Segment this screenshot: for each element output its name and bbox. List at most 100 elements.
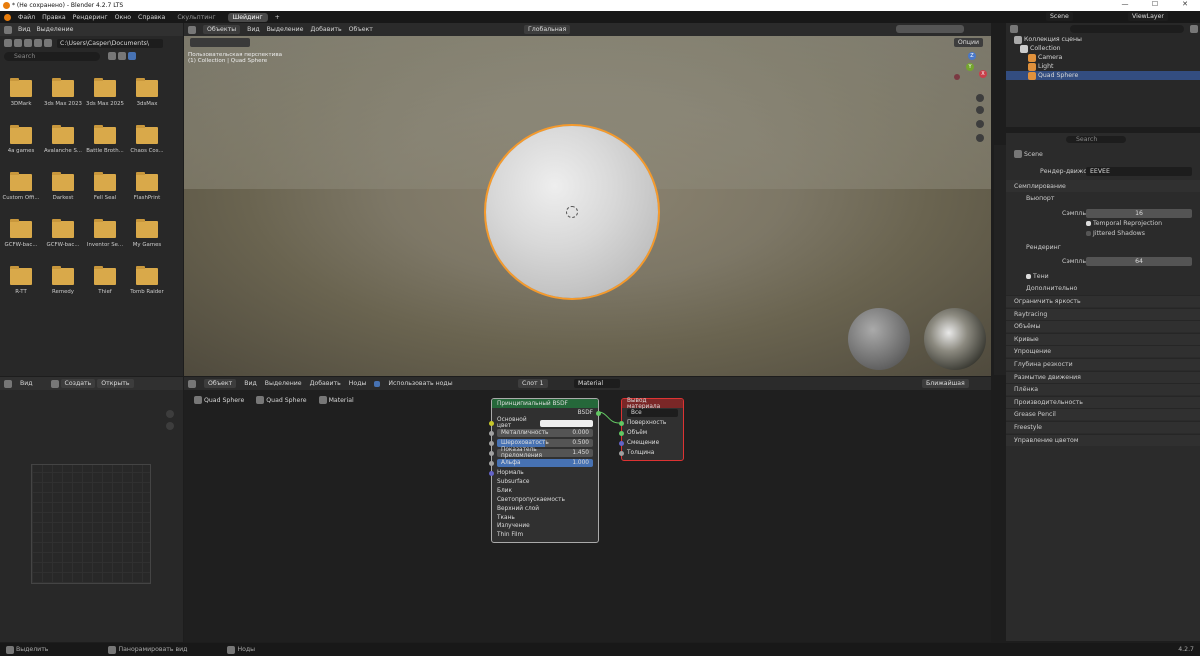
menu-window[interactable]: Окно (115, 14, 131, 21)
target-row[interactable]: Все (622, 408, 683, 418)
folder-item[interactable]: Custom Offi... (0, 172, 42, 201)
outliner-search[interactable] (1070, 25, 1184, 33)
property-panel-header[interactable]: Размытие движения (1006, 370, 1200, 383)
open-image-button[interactable]: Открыть (97, 379, 134, 388)
property-panel-header[interactable]: Raytracing (1006, 307, 1200, 320)
folder-item[interactable]: FlashPrint (126, 172, 168, 201)
filter-icon[interactable] (128, 52, 136, 60)
principled-bsdf-node[interactable]: Принципиальный BSDF BSDF Основной цвет М… (489, 398, 601, 543)
bsdf-section[interactable]: Ткань (492, 513, 598, 522)
refresh-icon[interactable] (34, 39, 42, 47)
bsdf-node-header[interactable]: Принципиальный BSDF (492, 399, 598, 408)
property-panel-header[interactable]: Кривые (1006, 332, 1200, 345)
input-socket[interactable] (489, 441, 494, 446)
filter-icon[interactable] (1190, 25, 1198, 33)
input-socket[interactable] (489, 431, 494, 436)
folder-item[interactable]: 3ds Max 2023 (42, 78, 84, 107)
editor-type-icon[interactable] (188, 25, 196, 34)
outliner-item-camera[interactable]: Camera (1006, 53, 1200, 62)
folder-item[interactable]: Avalanche S... (42, 125, 84, 154)
property-panel-header[interactable]: Управление цветом (1006, 433, 1200, 446)
folder-item[interactable]: R-TT (0, 266, 42, 295)
minimize-button[interactable]: — (1110, 0, 1140, 11)
back-icon[interactable] (4, 39, 12, 47)
3d-cursor-icon[interactable] (566, 206, 578, 218)
camera-view-icon[interactable] (976, 120, 984, 128)
property-panel-header[interactable]: Производительность (1006, 395, 1200, 408)
property-panel-header[interactable]: Grease Pencil (1006, 408, 1200, 421)
interpolation-selector[interactable]: Ближайшая (922, 379, 969, 388)
sampling-panel-header[interactable]: Семплирование (1006, 180, 1200, 192)
vp-object-menu[interactable]: Объект (349, 26, 373, 33)
image-editor-panel[interactable] (0, 390, 183, 642)
folder-item[interactable]: Remedy (42, 266, 84, 295)
input-socket[interactable] (619, 431, 624, 436)
input-socket[interactable] (619, 441, 624, 446)
display-mode-icon[interactable] (108, 52, 116, 60)
viewport-subpanel-header[interactable]: Вьюпорт (1006, 192, 1200, 204)
input-socket[interactable] (489, 451, 494, 456)
gizmo-y[interactable]: Y (966, 63, 974, 71)
folder-item[interactable]: Inventor Se... (84, 219, 126, 248)
input-socket[interactable] (619, 421, 624, 426)
fb-path-field[interactable]: C:\Users\Casper\Documents\ (57, 38, 163, 48)
folder-item[interactable]: Fell Seal (84, 172, 126, 201)
input-socket[interactable] (489, 421, 494, 426)
outliner-item-quad-sphere[interactable]: Quad Sphere (1006, 71, 1200, 80)
render-samples-field[interactable]: 64 (1086, 257, 1192, 266)
scene-selector[interactable]: Scene (1046, 12, 1080, 21)
vp-select-menu[interactable]: Выделение (267, 26, 304, 33)
metallic-row[interactable]: Металличность 0.000 (489, 428, 598, 438)
options-button[interactable]: Опции (953, 38, 983, 47)
input-socket[interactable] (489, 461, 494, 466)
bsdf-section[interactable]: Излучение (492, 522, 598, 531)
bsdf-section[interactable]: Светопропускаемость (492, 496, 598, 505)
menu-render[interactable]: Рендеринг (73, 14, 108, 21)
bsdf-section[interactable]: Блик (492, 487, 598, 496)
extra-row[interactable]: Дополнительно (1006, 282, 1200, 294)
bsdf-section[interactable]: Subsurface (492, 478, 598, 487)
alpha-row[interactable]: Альфа 1.000 (489, 458, 598, 468)
ne-view-menu[interactable]: Вид (244, 380, 257, 387)
mode-selector[interactable]: Объекты (203, 25, 241, 34)
pan-hand-icon[interactable] (166, 422, 174, 430)
editor-type-icon[interactable] (1010, 25, 1018, 33)
folder-item[interactable]: 3ds Max 2025 (84, 78, 126, 107)
shader-type-selector[interactable]: Объект (204, 379, 237, 388)
fb-search-input[interactable]: Search (4, 51, 100, 61)
jittered-shadows-row[interactable]: Jittered Shadows (1006, 227, 1200, 239)
new-image-button[interactable]: Создать (60, 379, 96, 388)
zoom-icon[interactable] (976, 94, 984, 102)
gizmo-x[interactable]: X (979, 70, 987, 78)
folder-item[interactable]: Tomb Raider (126, 266, 168, 295)
fb-select-menu[interactable]: Выделение (37, 26, 74, 33)
output-node-header[interactable]: Вывод материала (622, 398, 683, 410)
render-engine-select[interactable]: EEVEE (1086, 167, 1192, 176)
folder-item[interactable]: 3DMark (0, 78, 42, 107)
property-panel-header[interactable]: Ограничить яркость (1006, 295, 1200, 307)
gizmo-z[interactable]: Z (968, 52, 976, 60)
folder-item[interactable]: 3dsMax (126, 78, 168, 107)
blender-menu-icon[interactable] (4, 13, 11, 21)
ior-row[interactable]: Показатель преломления 1.450 (489, 447, 598, 459)
shadows-row[interactable]: Тени (1006, 270, 1200, 282)
checkbox-checked-icon[interactable] (374, 380, 381, 387)
editor-type-icon[interactable] (4, 25, 12, 34)
viewlayer-selector[interactable]: ViewLayer (1128, 12, 1175, 21)
input-socket[interactable] (489, 471, 494, 476)
use-nodes-toggle[interactable]: Использовать ноды (374, 380, 460, 387)
ie-view-menu[interactable]: Вид (20, 380, 33, 387)
node-editor-canvas[interactable]: Quad Sphere Quad Sphere Material Принцип… (184, 390, 991, 642)
outliner-item-light[interactable]: Light (1006, 62, 1200, 71)
folder-item[interactable]: Thief (84, 266, 126, 295)
folder-item[interactable]: GCFW-bac... (0, 219, 42, 248)
add-workspace-button[interactable]: + (275, 14, 280, 21)
property-panel-header[interactable]: Глубина резкости (1006, 358, 1200, 370)
folder-item[interactable]: Darkest (42, 172, 84, 201)
folder-item[interactable]: 4a games (0, 125, 42, 154)
new-folder-icon[interactable] (44, 39, 52, 47)
checkbox-checked-icon[interactable] (1086, 220, 1091, 226)
menu-help[interactable]: Справка (138, 14, 165, 21)
perspective-toggle-icon[interactable] (976, 134, 984, 142)
vp-add-menu[interactable]: Добавить (311, 26, 342, 33)
